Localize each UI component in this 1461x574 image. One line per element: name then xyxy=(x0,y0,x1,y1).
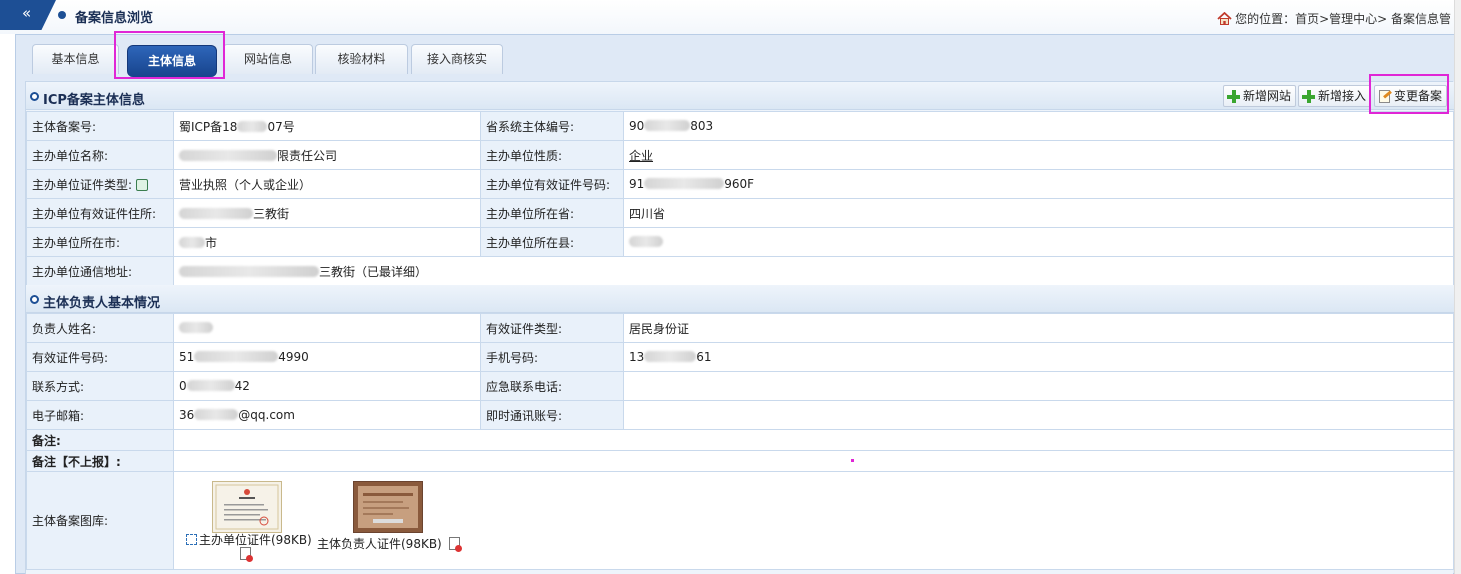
field-label: 备注【不上报】: xyxy=(26,450,174,472)
collapse-sidebar-button[interactable]: « xyxy=(0,0,56,30)
home-icon xyxy=(1217,12,1232,25)
content-frame: 基本信息 主体信息 网站信息 核验材料 接入商核实 ICP备案主体信息 新增网站… xyxy=(15,34,1461,574)
bullet-icon xyxy=(30,295,39,304)
id-card-thumbnail[interactable] xyxy=(353,481,423,533)
field-value: 居民身份证 xyxy=(623,313,1454,343)
certificate-icon[interactable] xyxy=(136,178,149,191)
bullet-icon xyxy=(30,92,39,101)
field-label: 有效证件类型: xyxy=(480,313,624,343)
icp-section-title: ICP备案主体信息 xyxy=(43,93,145,108)
table-row: 主办单位证件类型: 营业执照（个人或企业） 主办单位有效证件号码: 91 960F xyxy=(26,169,1454,199)
collapse-icon: « xyxy=(22,4,32,22)
tab-verification-materials[interactable]: 核验材料 xyxy=(315,44,408,74)
field-label: 联系方式: xyxy=(26,371,174,401)
field-value: 36 @qq.com xyxy=(173,400,481,430)
field-label: 主办单位性质: xyxy=(480,140,624,170)
field-value xyxy=(173,313,481,343)
field-value xyxy=(623,400,1454,430)
top-bar: « 备案信息浏览 您的位置：首页>管理中心> 备案信息管 xyxy=(0,0,1461,34)
person-section-header: 主体负责人基本情况 xyxy=(26,285,1454,313)
gallery-cell: 主办单位证件(98KB) 主体负责人证件(98KB) xyxy=(173,471,1454,570)
add-website-button[interactable]: 新增网站 xyxy=(1223,85,1297,107)
field-label: 应急联系电话: xyxy=(480,371,624,401)
person-section-title: 主体负责人基本情况 xyxy=(43,296,161,311)
gallery-caption-label: 主办单位证件(98KB) xyxy=(199,533,312,547)
field-label: 手机号码: xyxy=(480,342,624,372)
breadcrumb: 您的位置：首页>管理中心> 备案信息管 xyxy=(1217,10,1451,27)
field-label: 主办单位通信地址: xyxy=(26,256,174,286)
tab-isp-verification[interactable]: 接入商核实 xyxy=(411,44,503,74)
field-label: 主办单位有效证件号码: xyxy=(480,169,624,199)
table-row: 联系方式: 0 42 应急联系电话: xyxy=(26,371,1454,401)
field-value: 90 803 xyxy=(623,111,1454,141)
field-label: 主办单位有效证件住所: xyxy=(26,198,174,228)
field-label: 电子邮箱: xyxy=(26,400,174,430)
field-value: 限责任公司 xyxy=(173,140,481,170)
breadcrumb-text: 您的位置：首页>管理中心> 备案信息管 xyxy=(1235,12,1451,26)
highlight-box xyxy=(1369,74,1449,114)
gallery-item-caption[interactable]: 主体负责人证件(98KB) xyxy=(317,537,462,552)
field-value: 51 4990 xyxy=(173,342,481,372)
field-label: 负责人姓名: xyxy=(26,313,174,343)
table-row: 主体备案图库: 主办单位证件(98KB) 主体负责人证件(98KB) xyxy=(26,471,1454,570)
gallery-caption-label: 主体负责人证件(98KB) xyxy=(317,537,442,551)
field-label: 主办单位所在县: xyxy=(480,227,624,257)
field-value xyxy=(173,429,1454,451)
field-label: 主体备案号: xyxy=(26,111,174,141)
field-label: 主办单位所在市: xyxy=(26,227,174,257)
zoom-icon[interactable] xyxy=(186,534,197,545)
vertical-scrollbar[interactable] xyxy=(1454,0,1461,574)
field-label: 即时通讯账号: xyxy=(480,400,624,430)
table-row: 负责人姓名: 有效证件类型: 居民身份证 xyxy=(26,313,1454,343)
field-label: 主办单位证件类型: xyxy=(26,169,174,199)
field-value: 市 xyxy=(173,227,481,257)
table-row: 主办单位所在市: 市 主办单位所在县: xyxy=(26,227,1454,257)
document-icon[interactable] xyxy=(448,537,462,552)
field-label: 备注: xyxy=(26,429,174,451)
page-title: 备案信息浏览 xyxy=(75,11,154,26)
title-bullet-icon xyxy=(58,11,66,19)
field-value xyxy=(173,450,1454,472)
table-row: 电子邮箱: 36 @qq.com 即时通讯账号: xyxy=(26,400,1454,430)
table-row: 主体备案号: 蜀ICP备18 07号 省系统主体编号: 90 803 xyxy=(26,111,1454,141)
add-icon xyxy=(1302,90,1315,103)
highlight-box xyxy=(114,31,225,79)
field-value: 91 960F xyxy=(623,169,1454,199)
add-access-button[interactable]: 新增接入 xyxy=(1298,85,1372,107)
add-website-label: 新增网站 xyxy=(1243,89,1292,103)
field-value: 四川省 xyxy=(623,198,1454,228)
gallery-item-caption[interactable]: 主办单位证件(98KB) xyxy=(186,533,312,562)
icp-info-table: 主体备案号: 蜀ICP备18 07号 省系统主体编号: 90 803 主办单位名称:… xyxy=(26,111,1454,286)
table-row: 主办单位有效证件住所: 三教街 主办单位所在省: 四川省 xyxy=(26,198,1454,228)
content-panel: ICP备案主体信息 新增网站 新增接入 变更备案 主体备案号: 蜀ICP备18 0… xyxy=(25,81,1454,574)
field-value: 三教街 xyxy=(173,198,481,228)
add-icon xyxy=(1227,90,1240,103)
tab-website-info[interactable]: 网站信息 xyxy=(223,44,313,74)
field-label: 主办单位名称: xyxy=(26,140,174,170)
field-label: 省系统主体编号: xyxy=(480,111,624,141)
icp-section-header: ICP备案主体信息 新增网站 新增接入 变更备案 xyxy=(26,82,1454,110)
field-value xyxy=(623,227,1454,257)
table-row: 主办单位名称: 限责任公司 主办单位性质: 企业 xyxy=(26,140,1454,170)
table-row: 有效证件号码: 51 4990 手机号码: 13 61 xyxy=(26,342,1454,372)
table-row: 备注【不上报】: xyxy=(26,450,1454,472)
document-icon[interactable] xyxy=(240,547,253,562)
field-value: 13 61 xyxy=(623,342,1454,372)
field-label: 主办单位所在省: xyxy=(480,198,624,228)
add-access-label: 新增接入 xyxy=(1318,89,1367,103)
person-info-table: 负责人姓名: 有效证件类型: 居民身份证 有效证件号码: 51 4990 手机号码… xyxy=(26,313,1454,570)
field-value: 0 42 xyxy=(173,371,481,401)
field-label: 主体备案图库: xyxy=(26,471,174,570)
tab-basic-info[interactable]: 基本信息 xyxy=(32,44,119,74)
field-value: 三教街（已最详细） xyxy=(173,256,1454,286)
table-row: 备注: xyxy=(26,429,1454,451)
field-value: 蜀ICP备18 07号 xyxy=(173,111,481,141)
field-value xyxy=(623,371,1454,401)
field-value: 企业 xyxy=(623,140,1454,170)
table-row: 主办单位通信地址: 三教街（已最详细） xyxy=(26,256,1454,286)
field-label: 有效证件号码: xyxy=(26,342,174,372)
business-license-thumbnail[interactable] xyxy=(212,481,282,533)
field-value: 营业执照（个人或企业） xyxy=(173,169,481,199)
